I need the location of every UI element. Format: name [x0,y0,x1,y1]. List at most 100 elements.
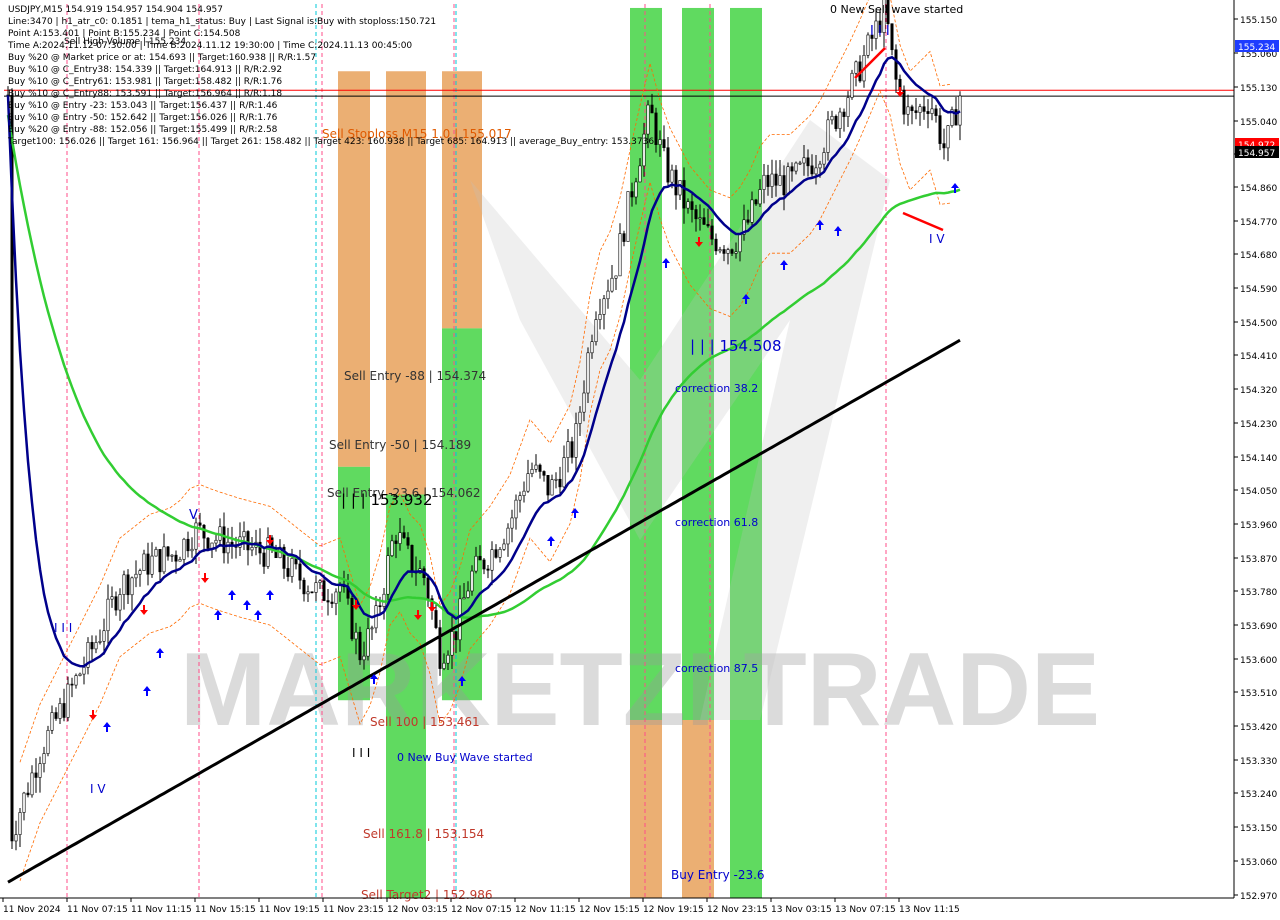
candle-body [666,147,670,183]
candle-body [22,792,26,813]
chart-label: 0 New Buy Wave started [397,751,533,764]
price-tick-label: 155.130 [1240,84,1277,94]
buy-arrow-icon [228,590,236,600]
candle-body [514,499,518,519]
candle-body [810,165,814,175]
candle-body [62,703,66,718]
candle-body [634,181,638,198]
watermark-logo [470,120,890,720]
candle-body [590,341,594,354]
candle-body [134,573,138,579]
candle-body [718,249,722,252]
info-line: Buy %20 @ Entry -88: 152.056 || Target:1… [8,125,278,135]
time-tick-label: 13 Nov 03:15 [771,905,832,915]
candle-body [314,582,318,593]
candle-body [438,627,442,669]
candle-body [82,667,86,675]
candle-body [766,174,770,187]
price-tag-label: 154.957 [1238,149,1275,159]
candle-body [166,546,170,557]
chart-label: V [189,508,198,523]
candle-body [66,683,70,718]
sell-arrow-icon [89,710,97,720]
candle-body [606,290,610,300]
buy-arrow-icon [266,590,274,600]
chart-label: Sell 100 | 153.461 [370,715,480,729]
candle-body [42,753,46,764]
candle-body [226,541,230,554]
buy-arrow-icon [254,610,262,620]
candle-body [854,61,858,74]
candle-body [566,441,570,458]
candle-body [578,411,582,424]
chart-label: Sell 161.8 | 153.154 [363,827,484,841]
candle-body [758,189,762,205]
price-tick-label: 152.970 [1240,892,1277,902]
candle-body [246,531,250,551]
candle-body [102,630,106,642]
time-tick-label: 12 Nov 11:15 [515,905,576,915]
buy-arrow-icon [103,722,111,732]
candle-body [774,173,778,186]
candle-body [510,517,514,529]
candle-body [470,570,474,592]
candle-body [18,812,22,835]
candle-body [586,352,590,394]
candle-body [378,605,382,607]
candle-body [38,763,42,778]
candle-body [174,554,178,562]
candle-body [842,111,846,117]
info-line: Buy %10 @ C_Entry38: 154.339 || Target:1… [8,65,283,75]
candle-body [594,319,598,342]
candle-body [318,580,322,583]
watermark-text: MARKETZI TRADE [180,632,1100,748]
candle-body [494,549,498,558]
info-line: Time A:2024.11.12 07:30:00 | Time B:2024… [8,41,413,51]
price-tick-label: 154.680 [1240,251,1277,261]
candle-body [486,568,490,571]
candle-body [762,174,766,190]
info-line: Point A:153.401 | Point B:155.234 | Poin… [8,29,241,39]
time-tick-label: 11 Nov 2024 [3,905,61,915]
candle-body [190,548,194,552]
candle-body [926,111,930,114]
info-line: Buy %10 @ C_Entry88: 153.591 || Target:1… [8,89,283,99]
candle-body [622,233,626,242]
candle-body [222,526,226,554]
time-tick-label: 12 Nov 03:15 [387,905,448,915]
price-tick-label: 154.770 [1240,218,1277,228]
candle-body [330,601,334,604]
candle-body [138,570,142,575]
candle-body [206,537,210,549]
candle-body [442,662,446,669]
candle-body [106,598,110,632]
candle-body [734,251,738,254]
candle-body [50,712,54,731]
candle-body [306,591,310,595]
info-line: Buy %10 @ Entry -50: 152.642 || Target:1… [8,113,278,123]
candle-body [298,563,302,581]
targets-line: Target100: 156.026 || Target 161: 156.96… [8,137,655,147]
candle-body [826,119,830,153]
chart-label: I I I [352,746,370,760]
candle-body [626,191,630,242]
candle-body [362,655,366,661]
candle-body [158,549,162,573]
candle-body [198,522,202,526]
time-tick-label: 12 Nov 23:15 [707,905,768,915]
chart-label: Sell Target2 | 152.986 [361,888,493,902]
chart-label: correction 61.8 [675,516,758,529]
chart-label: Buy Entry -23.6 [671,868,765,882]
buy-arrow-icon [571,508,579,518]
candle-body [482,559,486,570]
buy-arrow-icon [547,536,555,546]
candle-body [334,591,338,604]
price-axis: 155.150155.060155.130155.040154.950154.8… [1233,0,1280,920]
candle-body [798,162,802,165]
candle-body [814,167,818,175]
candle-body [658,139,662,145]
price-tick-label: 153.060 [1240,858,1277,868]
candle-body [894,49,898,80]
candle-body [402,532,406,538]
buy-arrow-icon [156,648,164,658]
